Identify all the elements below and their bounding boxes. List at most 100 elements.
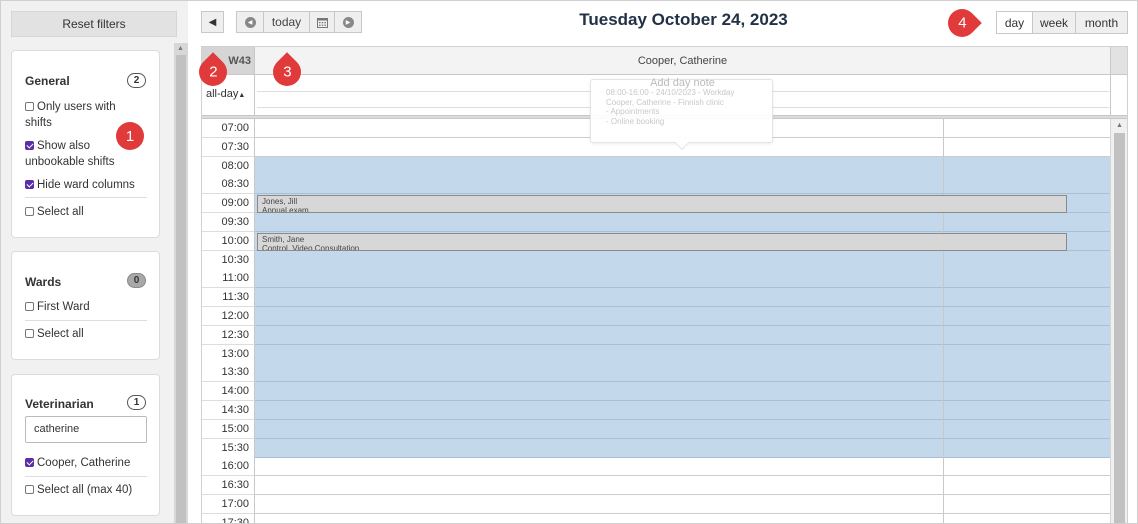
time-slot-row[interactable]: 14:00 — [202, 382, 1110, 401]
time-slot-cell[interactable] — [944, 495, 1110, 514]
checkbox-icon[interactable] — [25, 102, 34, 111]
time-slot-row[interactable]: 16:00 — [202, 457, 1110, 476]
panel-title: General — [25, 74, 70, 88]
time-slot-row[interactable]: 08:30 — [202, 175, 1110, 194]
checkbox-label: Select all — [37, 206, 84, 218]
time-slot-cell[interactable] — [255, 495, 944, 514]
sidebar-scrollbar[interactable]: ▲ — [174, 43, 188, 523]
time-slot-row[interactable]: 17:00 — [202, 495, 1110, 514]
time-slot-cell[interactable] — [944, 175, 1110, 194]
time-slot-cell[interactable] — [255, 251, 944, 270]
collapse-sidebar-button[interactable]: ◀ — [201, 11, 224, 33]
time-slot-cell[interactable] — [255, 457, 944, 476]
checkbox-checked-icon[interactable] — [25, 458, 34, 467]
time-slot-row[interactable]: 12:00 — [202, 307, 1110, 326]
veterinarian-select-all-checkbox[interactable]: Select all (max 40) — [25, 483, 132, 499]
scroll-up-icon[interactable]: ▲ — [177, 45, 184, 52]
time-slot-cell[interactable] — [944, 401, 1110, 420]
time-slot-row[interactable]: 10:30 — [202, 251, 1110, 270]
reset-filters-button[interactable]: Reset filters — [11, 11, 177, 37]
time-slot-cell[interactable] — [255, 307, 944, 326]
prev-day-button[interactable]: ◀ — [236, 11, 264, 33]
date-picker-button[interactable] — [309, 11, 335, 33]
time-slot-cell[interactable] — [944, 157, 1110, 176]
checkbox-icon[interactable] — [25, 329, 34, 338]
time-slot-cell[interactable] — [944, 251, 1110, 270]
time-slot-row[interactable]: 15:00 — [202, 420, 1110, 439]
time-slot-cell[interactable] — [944, 213, 1110, 232]
general-select-all-checkbox[interactable]: Select all — [25, 205, 84, 221]
first-ward-checkbox[interactable]: First Ward — [25, 300, 90, 316]
today-button[interactable]: today — [263, 11, 310, 33]
appointment-event[interactable]: Jones, Jill Annual exam — [257, 195, 1067, 213]
time-slot-row[interactable]: 14:30 — [202, 401, 1110, 420]
scrollbar-thumb[interactable] — [1114, 133, 1125, 523]
time-slot-cell[interactable] — [944, 119, 1110, 138]
time-slot-cell[interactable] — [255, 288, 944, 307]
time-label: 15:30 — [202, 439, 255, 458]
time-slot-cell[interactable] — [255, 401, 944, 420]
time-label: 15:00 — [202, 420, 255, 439]
checkbox-icon[interactable] — [25, 485, 34, 494]
add-day-note-label[interactable]: Add day note — [591, 78, 774, 89]
time-slot-cell[interactable] — [255, 476, 944, 495]
time-slot-row[interactable]: 11:30 — [202, 288, 1110, 307]
time-slot-cell[interactable] — [944, 457, 1110, 476]
checkbox-icon[interactable] — [25, 302, 34, 311]
time-slot-row[interactable]: 11:00 — [202, 269, 1110, 288]
time-slot-cell[interactable] — [944, 420, 1110, 439]
scroll-up-icon[interactable]: ▲ — [1116, 122, 1123, 129]
time-slot-row[interactable]: 08:00 — [202, 157, 1110, 176]
time-slot-cell[interactable] — [255, 175, 944, 194]
checkbox-label: Show also unbookable shifts — [25, 140, 115, 168]
wards-select-all-checkbox[interactable]: Select all — [25, 327, 84, 343]
time-slot-cell[interactable] — [255, 213, 944, 232]
time-slot-cell[interactable] — [944, 514, 1110, 523]
day-view-button[interactable]: day — [996, 11, 1033, 34]
week-view-button[interactable]: week — [1032, 11, 1076, 34]
hide-ward-columns-checkbox[interactable]: Hide ward columns — [25, 178, 135, 194]
time-slot-row[interactable]: 15:30 — [202, 439, 1110, 458]
checkbox-icon[interactable] — [25, 207, 34, 216]
cooper-catherine-checkbox[interactable]: Cooper, Catherine — [25, 456, 130, 472]
time-slot-cell[interactable] — [944, 138, 1110, 157]
sort-up-icon: ▲ — [238, 92, 246, 99]
time-slot-cell[interactable] — [255, 345, 944, 364]
time-slot-row[interactable]: 13:30 — [202, 363, 1110, 382]
next-day-button[interactable]: ▶ — [334, 11, 362, 33]
month-view-button[interactable]: month — [1075, 11, 1128, 34]
time-slot-cell[interactable] — [255, 326, 944, 345]
time-slot-cell[interactable] — [255, 157, 944, 176]
time-slot-cell[interactable] — [255, 439, 944, 458]
page-title: Tuesday October 24, 2023 — [579, 10, 788, 29]
annotation-marker-1: 1 — [116, 122, 144, 150]
time-slot-cell[interactable] — [944, 363, 1110, 382]
scrollbar-thumb[interactable] — [176, 55, 186, 523]
time-slot-row[interactable]: 09:30 — [202, 213, 1110, 232]
time-slot-cell[interactable] — [255, 382, 944, 401]
all-day-text: all-day — [206, 88, 239, 100]
app-window: Reset filters ▲ General 2 Only users wit… — [0, 0, 1138, 524]
time-slot-row[interactable]: 13:00 — [202, 345, 1110, 364]
time-slot-cell[interactable] — [944, 269, 1110, 288]
time-slot-row[interactable]: 17:30 — [202, 514, 1110, 523]
checkbox-checked-icon[interactable] — [25, 180, 34, 189]
time-slot-cell[interactable] — [944, 345, 1110, 364]
time-slot-cell[interactable] — [255, 363, 944, 382]
time-slot-cell[interactable] — [944, 476, 1110, 495]
appointment-event[interactable]: Smith, Jane Control, Video Consultation — [257, 233, 1067, 251]
time-slot-cell[interactable] — [944, 307, 1110, 326]
checkbox-checked-icon[interactable] — [25, 141, 34, 150]
calendar-scrollbar[interactable]: ▲ — [1110, 119, 1127, 523]
time-slot-row[interactable]: 16:30 — [202, 476, 1110, 495]
time-slot-cell[interactable] — [944, 439, 1110, 458]
annotation-marker-4: 4 — [942, 3, 982, 43]
time-slot-row[interactable]: 12:30 — [202, 326, 1110, 345]
veterinarian-search-input[interactable]: catherine — [25, 416, 147, 443]
time-slot-cell[interactable] — [255, 514, 944, 523]
time-slot-cell[interactable] — [944, 288, 1110, 307]
time-slot-cell[interactable] — [944, 382, 1110, 401]
time-slot-cell[interactable] — [255, 269, 944, 288]
time-slot-cell[interactable] — [944, 326, 1110, 345]
time-slot-cell[interactable] — [255, 420, 944, 439]
